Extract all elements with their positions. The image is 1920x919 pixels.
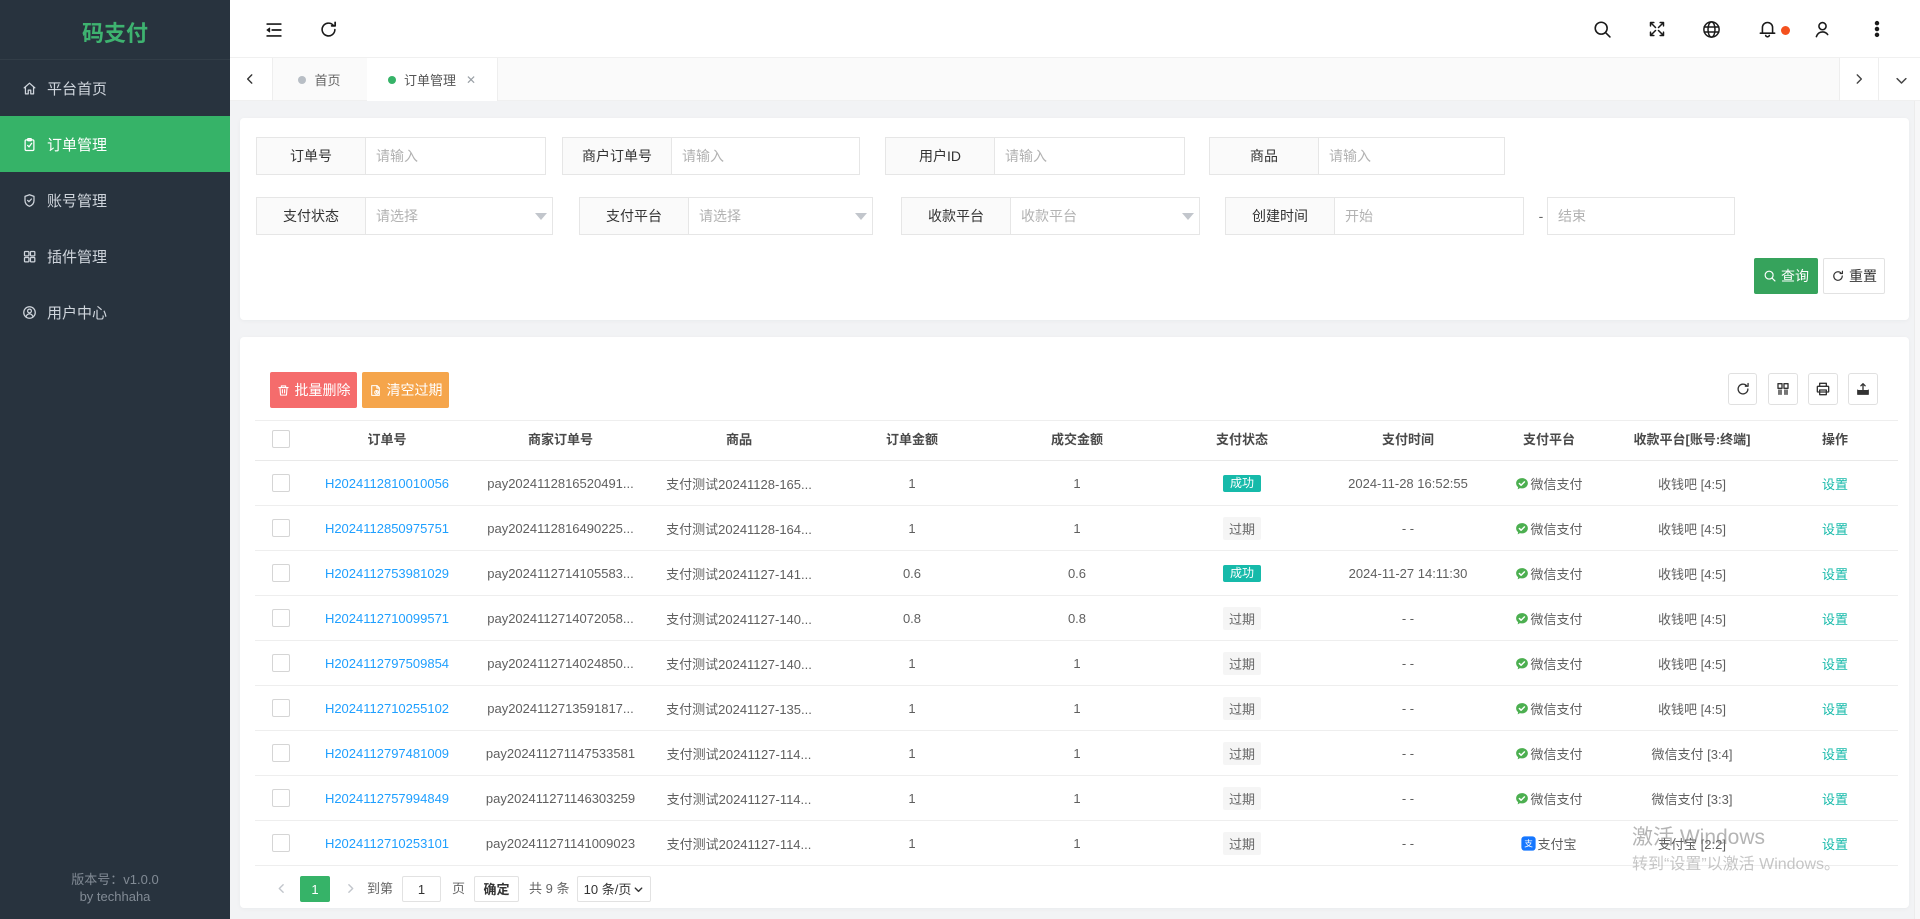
svg-text:支: 支 [1525,837,1534,849]
